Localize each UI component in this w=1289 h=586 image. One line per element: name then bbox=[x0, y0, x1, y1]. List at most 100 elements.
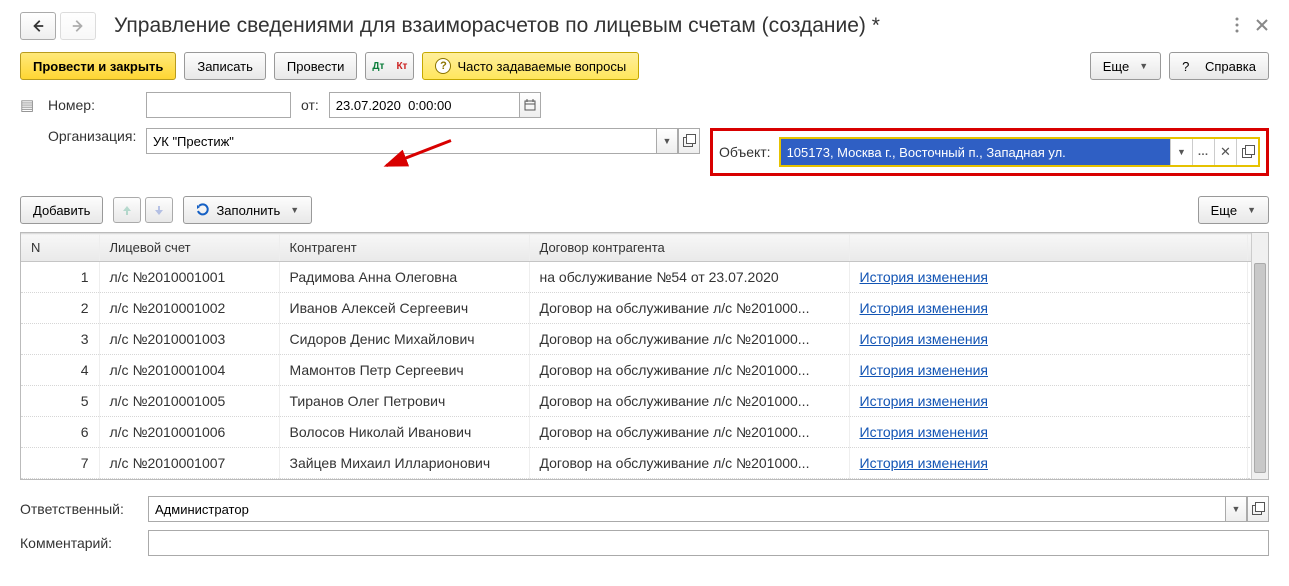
number-input[interactable] bbox=[146, 92, 291, 118]
open-external-icon bbox=[1252, 503, 1264, 515]
cell-contract: Договор на обслуживание л/с №201000... bbox=[529, 324, 849, 355]
more-label: Еще bbox=[1103, 59, 1129, 74]
close-window-icon[interactable] bbox=[1255, 18, 1269, 35]
history-link[interactable]: История изменения bbox=[860, 362, 988, 378]
open-external-icon bbox=[1242, 146, 1254, 158]
object-open-button[interactable] bbox=[1236, 139, 1258, 165]
col-contract[interactable]: Договор контрагента bbox=[529, 234, 849, 262]
cell-contragent: Мамонтов Петр Сергеевич bbox=[279, 355, 529, 386]
faq-button[interactable]: ? Часто задаваемые вопросы bbox=[422, 52, 639, 80]
post-and-close-button[interactable]: Провести и закрыть bbox=[20, 52, 176, 80]
vertical-scrollbar[interactable] bbox=[1251, 233, 1268, 479]
cell-account: л/с №2010001007 bbox=[99, 448, 279, 479]
cell-n: 6 bbox=[21, 417, 99, 448]
history-link[interactable]: История изменения bbox=[860, 424, 988, 440]
org-label: Организация: bbox=[48, 128, 136, 176]
close-icon: ✕ bbox=[1220, 144, 1231, 160]
save-button[interactable]: Записать bbox=[184, 52, 266, 80]
comment-label: Комментарий: bbox=[20, 535, 138, 551]
cell-n: 3 bbox=[21, 324, 99, 355]
cell-account: л/с №2010001002 bbox=[99, 293, 279, 324]
history-link[interactable]: История изменения bbox=[860, 331, 988, 347]
nav-back-button[interactable] bbox=[20, 12, 56, 40]
help-label: Справка bbox=[1205, 59, 1256, 74]
ellipsis-icon: … bbox=[1198, 146, 1210, 158]
history-link[interactable]: История изменения bbox=[860, 269, 988, 285]
chevron-down-icon: ▼ bbox=[1139, 61, 1148, 71]
cell-contract: Договор на обслуживание л/с №201000... bbox=[529, 293, 849, 324]
cell-contract: Договор на обслуживание л/с №201000... bbox=[529, 417, 849, 448]
cell-contragent: Радимова Анна Олеговна bbox=[279, 262, 529, 293]
comment-input[interactable] bbox=[148, 530, 1269, 556]
scrollbar-thumb[interactable] bbox=[1254, 263, 1266, 473]
cell-n: 4 bbox=[21, 355, 99, 386]
table-more-button[interactable]: Еще▼ bbox=[1198, 196, 1269, 224]
cell-account: л/с №2010001004 bbox=[99, 355, 279, 386]
calendar-button[interactable] bbox=[519, 92, 541, 118]
arrow-down-icon bbox=[153, 204, 165, 216]
cell-account: л/с №2010001005 bbox=[99, 386, 279, 417]
table-row[interactable]: 1л/с №2010001001Радимова Анна Олеговнана… bbox=[21, 262, 1268, 293]
dt-label: Дт bbox=[372, 62, 384, 71]
cell-n: 5 bbox=[21, 386, 99, 417]
from-label: от: bbox=[301, 97, 319, 113]
object-label: Объект: bbox=[719, 144, 771, 160]
cell-contragent: Тиранов Олег Петрович bbox=[279, 386, 529, 417]
cell-contragent: Сидоров Денис Михайлович bbox=[279, 324, 529, 355]
table-row[interactable]: 2л/с №2010001002Иванов Алексей Сергеевич… bbox=[21, 293, 1268, 324]
col-contragent[interactable]: Контрагент bbox=[279, 234, 529, 262]
cell-contragent: Зайцев Михаил Илларионович bbox=[279, 448, 529, 479]
cell-account: л/с №2010001006 bbox=[99, 417, 279, 448]
responsible-dropdown-button[interactable]: ▼ bbox=[1225, 496, 1247, 522]
table-row[interactable]: 6л/с №2010001006Волосов Николай Иванович… bbox=[21, 417, 1268, 448]
responsible-label: Ответственный: bbox=[20, 501, 138, 517]
cell-n: 2 bbox=[21, 293, 99, 324]
cell-contragent: Иванов Алексей Сергеевич bbox=[279, 293, 529, 324]
cell-contragent: Волосов Николай Иванович bbox=[279, 417, 529, 448]
history-link[interactable]: История изменения bbox=[860, 455, 988, 471]
date-input[interactable] bbox=[329, 92, 519, 118]
org-input[interactable] bbox=[146, 128, 656, 154]
move-up-button[interactable] bbox=[113, 197, 141, 223]
object-ellipsis-button[interactable]: … bbox=[1192, 139, 1214, 165]
arrow-up-icon bbox=[121, 204, 133, 216]
table-row[interactable]: 4л/с №2010001004Мамонтов Петр СергеевичД… bbox=[21, 355, 1268, 386]
col-n[interactable]: N bbox=[21, 234, 99, 262]
cell-contract: Договор на обслуживание л/с №201000... bbox=[529, 355, 849, 386]
org-open-button[interactable] bbox=[678, 128, 700, 154]
add-row-button[interactable]: Добавить bbox=[20, 196, 103, 224]
help-question-icon: ? bbox=[1182, 59, 1189, 74]
responsible-open-button[interactable] bbox=[1247, 496, 1269, 522]
cell-account: л/с №2010001003 bbox=[99, 324, 279, 355]
object-clear-button[interactable]: ✕ bbox=[1214, 139, 1236, 165]
window-title: Управление сведениями для взаиморасчетов… bbox=[114, 14, 1235, 38]
help-button[interactable]: ? Справка bbox=[1169, 52, 1269, 80]
table-row[interactable]: 3л/с №2010001003Сидоров Денис Михайлович… bbox=[21, 324, 1268, 355]
table-row[interactable]: 7л/с №2010001007Зайцев Михаил Илларионов… bbox=[21, 448, 1268, 479]
history-link[interactable]: История изменения bbox=[860, 300, 988, 316]
move-down-button[interactable] bbox=[145, 197, 173, 223]
chevron-down-icon: ▼ bbox=[1247, 205, 1256, 215]
fill-label: Заполнить bbox=[216, 203, 280, 218]
responsible-input[interactable] bbox=[148, 496, 1225, 522]
open-external-icon bbox=[683, 135, 695, 147]
history-link[interactable]: История изменения bbox=[860, 393, 988, 409]
cell-contract: Договор на обслуживание л/с №201000... bbox=[529, 386, 849, 417]
fill-button[interactable]: Заполнить ▼ bbox=[183, 196, 312, 224]
nav-forward-button[interactable] bbox=[60, 12, 96, 40]
number-label: Номер: bbox=[48, 97, 136, 113]
chevron-down-icon: ▼ bbox=[663, 136, 672, 146]
col-history[interactable] bbox=[849, 234, 1248, 262]
object-dropdown-button[interactable]: ▼ bbox=[1170, 139, 1192, 165]
object-input[interactable] bbox=[781, 139, 1170, 165]
chevron-down-icon: ▼ bbox=[1177, 147, 1186, 157]
org-dropdown-button[interactable]: ▼ bbox=[656, 128, 678, 154]
kebab-menu-icon[interactable] bbox=[1235, 17, 1239, 36]
cell-n: 1 bbox=[21, 262, 99, 293]
dtkt-button[interactable]: Дт Кт bbox=[365, 52, 414, 80]
table-row[interactable]: 5л/с №2010001005Тиранов Олег ПетровичДог… bbox=[21, 386, 1268, 417]
more-button[interactable]: Еще ▼ bbox=[1090, 52, 1161, 80]
faq-label: Часто задаваемые вопросы bbox=[457, 59, 626, 74]
col-account[interactable]: Лицевой счет bbox=[99, 234, 279, 262]
post-button[interactable]: Провести bbox=[274, 52, 358, 80]
